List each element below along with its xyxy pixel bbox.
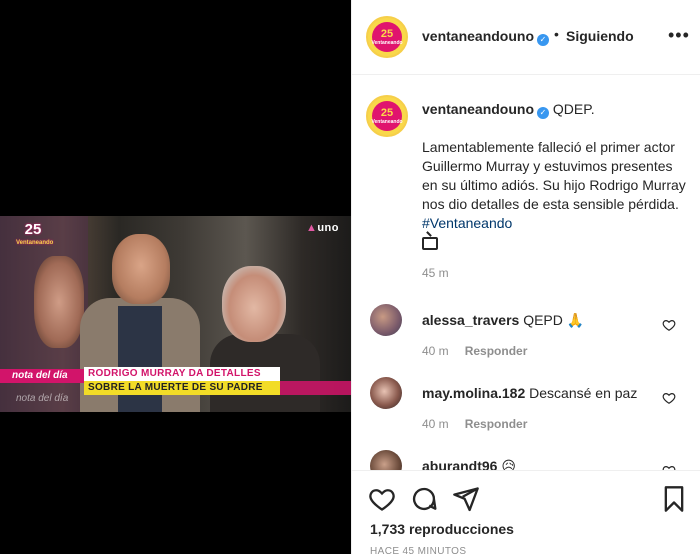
comment-username[interactable]: alessa_travers — [422, 312, 519, 328]
nota-del-dia-tag-repeat: nota del día — [16, 393, 69, 404]
save-bookmark-icon[interactable] — [660, 485, 688, 513]
avatar-logo: 25 Ventaneando — [371, 22, 403, 52]
caption-timestamp[interactable]: 45 m — [422, 266, 449, 280]
post-panel: 25 Ventaneando ventaneandouno ✓ • Siguiend… — [351, 0, 700, 554]
video-person-left — [34, 256, 84, 348]
following-button[interactable]: Siguiendo — [566, 28, 634, 44]
media-area: 25 Ventaneando ▲uno nota del día nota de… — [0, 0, 351, 554]
post-time-ago[interactable]: HACE 45 MINUTOS — [370, 546, 466, 554]
caption-username[interactable]: ventaneandouno — [422, 101, 534, 117]
comment-bubble-icon[interactable] — [410, 485, 438, 513]
video-person-right — [222, 266, 286, 342]
post-caption: ventaneandouno ✓ QDEP. Lamentablemente fa… — [422, 100, 690, 255]
video-player[interactable]: 25 Ventaneando ▲uno nota del día nota de… — [0, 216, 351, 412]
comment-time[interactable]: 40 m — [422, 344, 449, 358]
verified-badge-icon: ✓ — [537, 107, 550, 119]
separator-dot: • — [554, 26, 559, 42]
comment-time[interactable]: 40 m — [422, 417, 449, 431]
comment-avatar[interactable] — [370, 450, 402, 472]
comment: may.molina.182 Descansé en paz 40 m Respo… — [366, 377, 696, 437]
reply-button[interactable]: Responder — [465, 417, 528, 431]
avatar-logo: 25 Ventaneando — [371, 101, 403, 131]
hashtag-link[interactable]: #Ventaneando — [422, 215, 512, 231]
header-username[interactable]: ventaneandouno ✓ — [422, 28, 550, 46]
comment-username[interactable]: may.molina.182 — [422, 385, 525, 401]
channel-logo-number: 25 — [24, 221, 42, 238]
banner-accent-strip — [280, 381, 351, 395]
avatar[interactable]: 25 Ventaneando — [366, 16, 408, 58]
comment-avatar[interactable] — [370, 377, 402, 409]
caption-first-line: QDEP. — [552, 101, 595, 117]
like-comment-heart-icon[interactable] — [662, 318, 676, 332]
tv-icon-wrap — [422, 233, 690, 255]
comment-meta: 40 m Responder — [422, 417, 527, 431]
header-username-text[interactable]: ventaneandouno — [422, 28, 534, 44]
comment-text: may.molina.182 Descansé en paz — [422, 385, 637, 401]
video-person-center — [112, 234, 170, 304]
network-logo: ▲uno — [305, 222, 339, 234]
comment-text: alessa_travers QEPD 🙏 — [422, 312, 584, 329]
action-bar: 1,733 reproducciones HACE 45 MINUTOS — [352, 470, 700, 554]
comment-body: Descansé en paz — [529, 385, 638, 401]
comment: aburandt96 😥 — [366, 450, 696, 472]
verified-badge-icon: ✓ — [537, 34, 550, 46]
channel-logo: 25 Ventaneando — [16, 220, 54, 250]
caption-text: Lamentablemente falleció el primer actor… — [422, 139, 686, 212]
comment-body: QEPD 🙏 — [523, 312, 585, 328]
share-paper-plane-icon[interactable] — [452, 485, 480, 513]
comment-meta: 40 m Responder — [422, 344, 527, 358]
headline-line-1: RODRIGO MURRAY DA DETALLES — [84, 367, 280, 381]
like-comment-heart-icon[interactable] — [662, 391, 676, 405]
channel-logo-subtitle: Ventaneando — [16, 240, 54, 246]
more-options-icon[interactable]: ••• — [668, 25, 690, 46]
comment: alessa_travers QEPD 🙏 40 m Responder — [366, 304, 696, 364]
like-heart-icon[interactable] — [368, 485, 396, 513]
tv-icon — [422, 237, 438, 250]
headline-line-2: SOBRE LA MUERTE DE SU PADRE — [84, 381, 280, 395]
caption-avatar[interactable]: 25 Ventaneando — [366, 95, 408, 137]
views-number: 1,733 — [370, 521, 406, 537]
views-count[interactable]: 1,733 reproducciones — [370, 521, 514, 537]
caption-body: Lamentablemente falleció el primer actor… — [422, 138, 690, 233]
nota-del-dia-tag: nota del día — [0, 369, 84, 383]
video-person-shirt — [118, 306, 162, 412]
reply-button[interactable]: Responder — [465, 344, 528, 358]
views-label: reproducciones — [408, 521, 514, 537]
network-logo-text: uno — [317, 222, 339, 234]
comment-avatar[interactable] — [370, 304, 402, 336]
post-header: 25 Ventaneando ventaneandouno ✓ • Siguiend… — [352, 0, 700, 75]
